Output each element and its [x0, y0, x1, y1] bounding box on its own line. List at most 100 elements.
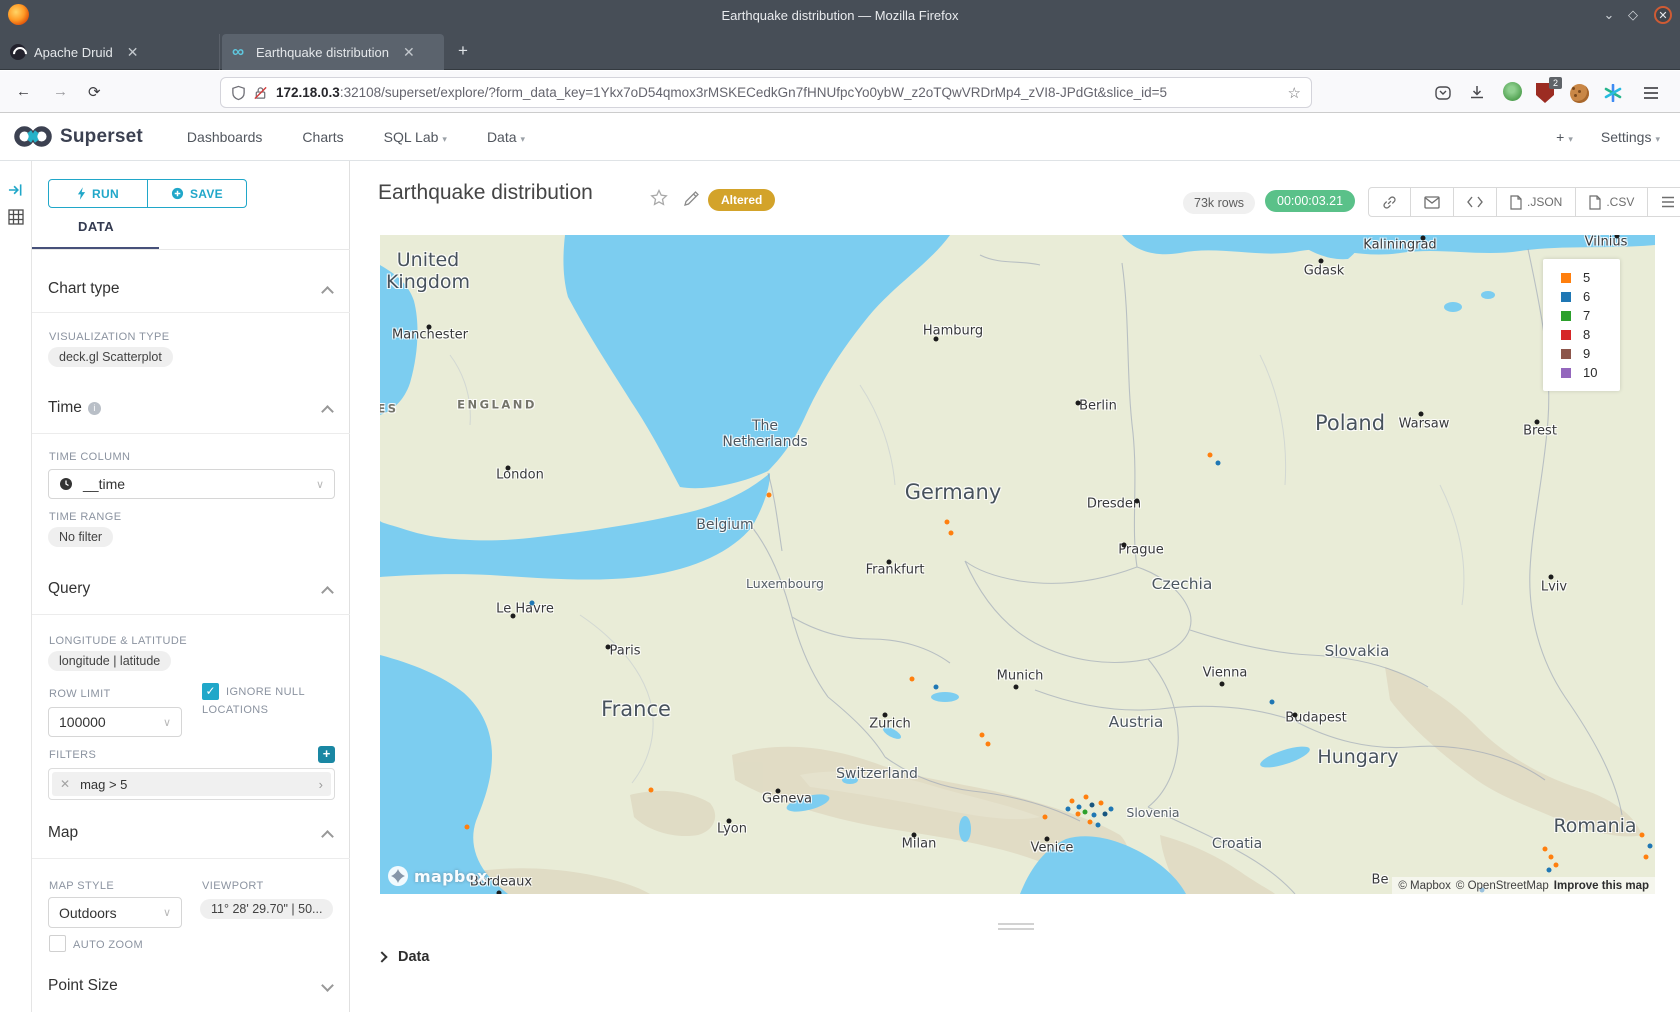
nav-item-sql-lab[interactable]: SQL Lab▾ [384, 129, 447, 145]
attribution-osm-link[interactable]: © OpenStreetMap [1456, 880, 1549, 892]
cookie-extension-icon[interactable] [1568, 82, 1590, 104]
map-label: Germany [905, 480, 1002, 504]
earthquake-point [910, 677, 915, 682]
new-tab-button[interactable]: + [458, 42, 468, 59]
email-button[interactable] [1410, 188, 1453, 216]
map-style-select[interactable]: Outdoors ∨ [48, 897, 182, 928]
legend-row: 7 [1561, 306, 1620, 325]
map-label: Luxembourg [746, 577, 824, 591]
legend-row: 8 [1561, 325, 1620, 344]
copy-link-button[interactable] [1369, 188, 1410, 216]
remove-filter-icon[interactable]: ✕ [60, 777, 70, 791]
lightning-icon [77, 187, 86, 200]
data-section-label: Data [398, 949, 429, 965]
dataset-grid-icon[interactable] [8, 209, 24, 225]
firefox-menu-icon[interactable] [1640, 82, 1662, 104]
chevron-down-icon[interactable] [321, 979, 334, 992]
add-new-button[interactable]: +▾ [1556, 129, 1573, 145]
pocket-icon[interactable] [1432, 82, 1454, 104]
lonlat-label: LONGITUDE & LATITUDE [49, 635, 187, 647]
earthquake-point [1640, 833, 1645, 838]
earthquake-point [1215, 460, 1220, 465]
viewport-value[interactable]: 11° 28' 29.70" | 50... [200, 899, 333, 919]
forward-button[interactable]: → [53, 83, 68, 100]
lonlat-value[interactable]: longitude | latitude [48, 651, 171, 671]
time-column-select[interactable]: __time ∨ [48, 469, 335, 499]
data-section-toggle[interactable]: Data [378, 949, 429, 965]
map-label: Dresden [1087, 498, 1141, 513]
deckgl-scatter-map[interactable]: United KingdomFranceGermanyPolandHungary… [380, 235, 1655, 894]
earthquake-point [1083, 810, 1088, 815]
row-limit-select[interactable]: 100000 ∨ [48, 707, 182, 737]
attribution-improve-link[interactable]: Improve this map [1554, 880, 1649, 892]
expand-datasource-icon[interactable] [8, 183, 23, 197]
export-json-button[interactable]: .JSON [1496, 188, 1575, 216]
viz-type-value[interactable]: deck.gl Scatterplot [48, 347, 173, 367]
map-label: Warsaw [1399, 418, 1450, 433]
chevron-down-icon: ∨ [316, 478, 324, 491]
city-dot [606, 645, 611, 650]
run-button[interactable]: RUN [49, 180, 147, 207]
reload-button[interactable]: ⟳ [88, 83, 101, 101]
legend-swatch [1561, 349, 1571, 359]
nav-item-data[interactable]: Data▾ [487, 129, 525, 145]
save-button[interactable]: SAVE [147, 180, 246, 207]
window-minimize-button[interactable]: ⌄ [1600, 6, 1618, 24]
legend-label: 9 [1583, 346, 1590, 361]
city-dot [1076, 401, 1081, 406]
settings-menu[interactable]: Settings▾ [1601, 129, 1660, 145]
ignore-null-checkbox[interactable]: ✓ [202, 683, 219, 700]
ublock-shield-icon[interactable]: 2 [1534, 82, 1556, 104]
window-maximize-button[interactable]: ◇ [1624, 6, 1642, 24]
favorite-star-icon[interactable] [650, 189, 668, 207]
tab-title: Earthquake distribution [256, 45, 389, 60]
downloads-icon[interactable] [1466, 82, 1488, 104]
map-label: Gdask [1304, 265, 1345, 280]
embed-code-button[interactable] [1453, 188, 1496, 216]
bookmark-star-icon[interactable]: ☆ [1288, 84, 1301, 102]
tab-close-icon[interactable]: ✕ [399, 44, 419, 61]
section-query[interactable]: Query [48, 580, 90, 598]
chevron-up-icon[interactable] [321, 286, 334, 299]
earthquake-point [945, 520, 950, 525]
tab-earthquake-distribution[interactable]: ∞ Earthquake distribution ✕ [222, 34, 444, 70]
chart-menu-button[interactable] [1647, 188, 1680, 216]
tab-data[interactable]: DATA [78, 219, 114, 234]
mapbox-logo[interactable]: mapbox [387, 865, 488, 887]
url-bar[interactable]: 172.18.0.3:32108/superset/explore/?form_… [220, 77, 1312, 108]
extension-green-icon[interactable] [1503, 82, 1522, 101]
map-label: Lviv [1541, 581, 1567, 596]
nav-item-dashboards[interactable]: Dashboards [187, 129, 263, 145]
add-filter-button[interactable]: + [318, 746, 335, 763]
info-icon: i [88, 402, 101, 415]
edit-properties-icon[interactable] [684, 190, 700, 206]
time-column-label: TIME COLUMN [49, 451, 130, 463]
section-chart-type[interactable]: Chart type [48, 280, 120, 298]
back-button[interactable]: ← [16, 83, 31, 100]
tab-apache-druid[interactable]: Apache Druid ✕ [0, 34, 220, 70]
legend-swatch [1561, 330, 1571, 340]
chevron-up-icon[interactable] [321, 405, 334, 418]
nav-item-charts[interactable]: Charts [302, 129, 343, 145]
export-csv-button[interactable]: .CSV [1575, 188, 1647, 216]
section-time[interactable]: Timei [48, 399, 101, 417]
chevron-up-icon[interactable] [321, 586, 334, 599]
section-map[interactable]: Map [48, 824, 78, 842]
chevron-up-icon[interactable] [321, 830, 334, 843]
expand-filter-icon[interactable]: › [319, 777, 323, 792]
map-label: Hungary [1317, 747, 1398, 769]
extension-asterisk-icon[interactable] [1602, 82, 1624, 104]
altered-badge[interactable]: Altered [708, 189, 775, 211]
section-point-size[interactable]: Point Size [48, 977, 118, 995]
superset-brand[interactable]: Superset [14, 125, 143, 148]
earthquake-point [1543, 847, 1548, 852]
window-close-button[interactable]: ✕ [1654, 6, 1672, 24]
panel-resize-handle[interactable] [998, 923, 1034, 933]
filter-item[interactable]: ✕ mag > 5 › [48, 768, 335, 800]
map-label: Frankfurt [866, 564, 925, 579]
map-label: Zurich [869, 718, 911, 733]
attribution-mapbox-link[interactable]: © Mapbox [1398, 880, 1451, 892]
auto-zoom-checkbox[interactable] [49, 935, 66, 952]
tab-close-icon[interactable]: ✕ [123, 44, 143, 61]
time-range-value[interactable]: No filter [48, 527, 113, 547]
